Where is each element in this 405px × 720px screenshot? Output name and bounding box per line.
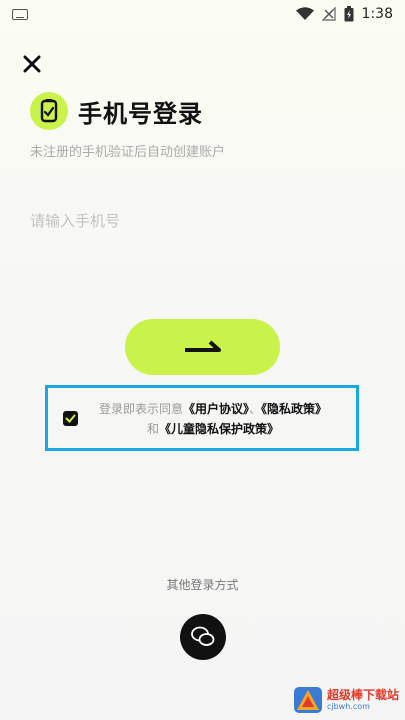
page-title: 手机号登录 [78,100,203,128]
watermark-logo-icon [293,687,322,713]
privacy-policy-link[interactable]: 《隐私政策》 [261,402,327,416]
keyboard-icon [12,9,28,20]
watermark-url: cjbwh.com [326,702,370,711]
child-privacy-link[interactable]: 《儿童隐私保护政策》 [159,422,279,436]
page-subtitle: 未注册的手机验证后自动创建账户 [30,145,226,160]
arrow-right-icon [184,340,221,352]
close-icon [23,55,41,73]
wifi-icon [295,7,314,20]
agreement-text-line1: 登录即表示同意《用户协议》、《隐私政策》 [48,400,356,417]
wechat-login-button[interactable] [180,614,226,660]
status-time: 1:38 [361,6,393,22]
agreement-prefix: 登录即表示同意 [98,402,183,416]
watermark: 超级棒下载站 cjbwh.com [293,686,399,714]
agreement-separator: 、 [249,402,262,416]
battery-icon [344,6,354,22]
phone-logo-icon [30,92,68,130]
close-button[interactable] [20,52,44,76]
other-login-label: 其他登录方式 [166,578,239,592]
phone-input[interactable] [30,206,370,236]
agreement-conjunction: 和 [146,422,159,436]
no-signal-icon [321,7,336,21]
user-agreement-link[interactable]: 《用户协议》 [183,402,249,416]
next-button[interactable] [125,319,280,375]
agreement-text-line2: 和《儿童隐私保护政策》 [48,420,356,437]
watermark-name: 超级棒下载站 [326,688,399,702]
status-bar: 1:38 [0,0,405,30]
agreement-section: 登录即表示同意《用户协议》、《隐私政策》 和《儿童隐私保护政策》 [45,385,359,451]
wechat-icon [191,626,215,646]
